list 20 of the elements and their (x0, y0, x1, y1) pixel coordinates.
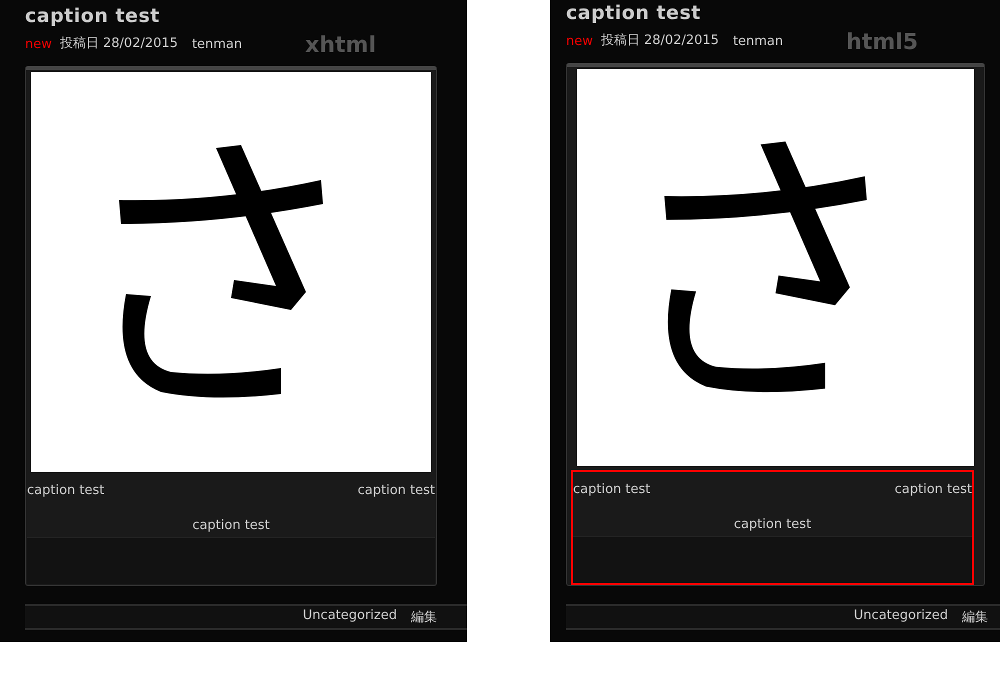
post-title: caption test (25, 5, 161, 27)
edit-link[interactable]: 編集 (411, 608, 437, 628)
category-link[interactable]: Uncategorized (302, 608, 397, 628)
doctype-label: xhtml (305, 33, 376, 58)
edit-link[interactable]: 編集 (962, 608, 988, 628)
new-label: new (25, 37, 52, 52)
figure-caption: caption test (192, 518, 270, 533)
figure-caption: caption test (734, 517, 812, 532)
doctype-label: html5 (846, 30, 918, 55)
post-author: tenman (732, 34, 784, 49)
figure-caption: caption test (894, 482, 972, 497)
figure-caption: caption test (573, 482, 650, 497)
figure-caption: caption test (358, 483, 435, 498)
category-link[interactable]: Uncategorized (854, 608, 948, 628)
post-title: caption test (566, 2, 702, 24)
post-author: tenman (192, 37, 242, 52)
new-label: new (566, 34, 593, 49)
figure-caption: caption test (27, 483, 104, 498)
post-date: 投稿日 28/02/2015 (60, 35, 178, 52)
post-date: 投稿日 28/02/2015 (600, 32, 719, 49)
